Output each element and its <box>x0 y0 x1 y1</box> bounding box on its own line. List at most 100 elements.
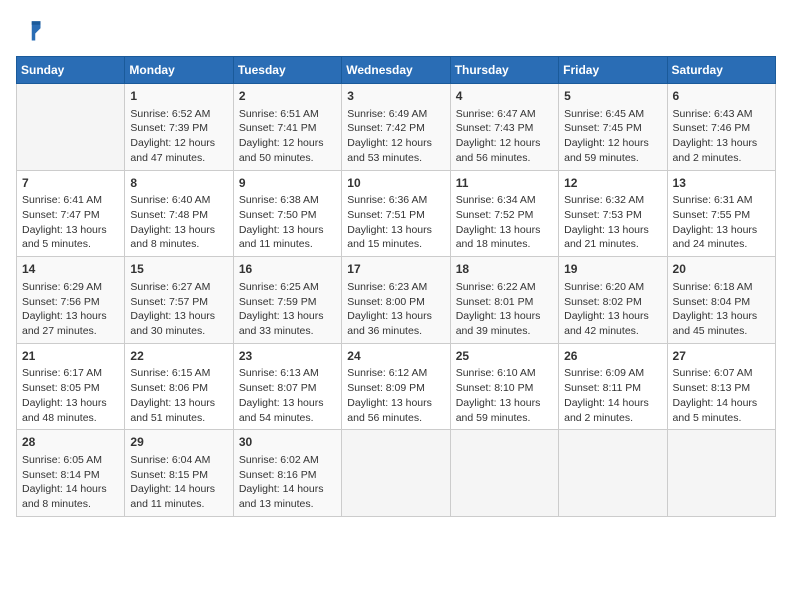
day-info: Sunrise: 6:43 AMSunset: 7:46 PMDaylight:… <box>673 107 770 166</box>
week-row-2: 7Sunrise: 6:41 AMSunset: 7:47 PMDaylight… <box>17 170 776 257</box>
week-row-1: 1 Sunrise: 6:52 AMSunset: 7:39 PMDaylight… <box>17 84 776 171</box>
calendar-cell: 27Sunrise: 6:07 AMSunset: 8:13 PMDayligh… <box>667 343 775 430</box>
day-number: 14 <box>22 261 119 278</box>
day-number: 20 <box>673 261 770 278</box>
day-number: 13 <box>673 175 770 192</box>
weekday-header-friday: Friday <box>559 57 667 84</box>
day-info: Sunrise: 6:45 AMSunset: 7:45 PMDaylight:… <box>564 107 661 166</box>
calendar-cell: 17Sunrise: 6:23 AMSunset: 8:00 PMDayligh… <box>342 257 450 344</box>
day-info: Sunrise: 6:22 AMSunset: 8:01 PMDaylight:… <box>456 280 553 339</box>
logo-icon <box>16 16 44 44</box>
day-info: Sunrise: 6:40 AMSunset: 7:48 PMDaylight:… <box>130 193 227 252</box>
calendar-cell: 4 Sunrise: 6:47 AMSunset: 7:43 PMDaylight… <box>450 84 558 171</box>
day-number: 23 <box>239 348 336 365</box>
calendar-cell: 26Sunrise: 6:09 AMSunset: 8:11 PMDayligh… <box>559 343 667 430</box>
day-number: 22 <box>130 348 227 365</box>
calendar-cell: 16Sunrise: 6:25 AMSunset: 7:59 PMDayligh… <box>233 257 341 344</box>
day-number: 5 <box>564 88 661 105</box>
calendar-cell: 5 Sunrise: 6:45 AMSunset: 7:45 PMDaylight… <box>559 84 667 171</box>
day-info: Sunrise: 6:52 AMSunset: 7:39 PMDaylight:… <box>130 107 227 166</box>
day-number: 11 <box>456 175 553 192</box>
calendar-cell: 22Sunrise: 6:15 AMSunset: 8:06 PMDayligh… <box>125 343 233 430</box>
day-number: 6 <box>673 88 770 105</box>
day-info: Sunrise: 6:15 AMSunset: 8:06 PMDaylight:… <box>130 366 227 425</box>
calendar-cell: 13Sunrise: 6:31 AMSunset: 7:55 PMDayligh… <box>667 170 775 257</box>
day-info: Sunrise: 6:13 AMSunset: 8:07 PMDaylight:… <box>239 366 336 425</box>
calendar-cell: 24Sunrise: 6:12 AMSunset: 8:09 PMDayligh… <box>342 343 450 430</box>
day-info: Sunrise: 6:49 AMSunset: 7:42 PMDaylight:… <box>347 107 444 166</box>
day-number: 4 <box>456 88 553 105</box>
day-info: Sunrise: 6:29 AMSunset: 7:56 PMDaylight:… <box>22 280 119 339</box>
day-info: Sunrise: 6:20 AMSunset: 8:02 PMDaylight:… <box>564 280 661 339</box>
day-number: 10 <box>347 175 444 192</box>
calendar-cell: 30 Sunrise: 6:02 AMSunset: 8:16 PMDayligh… <box>233 430 341 517</box>
calendar-cell <box>667 430 775 517</box>
day-number: 8 <box>130 175 227 192</box>
calendar-cell: 8Sunrise: 6:40 AMSunset: 7:48 PMDaylight… <box>125 170 233 257</box>
day-info: Sunrise: 6:02 AMSunset: 8:16 PMDaylight:… <box>239 453 336 512</box>
day-info: Sunrise: 6:31 AMSunset: 7:55 PMDaylight:… <box>673 193 770 252</box>
day-number: 2 <box>239 88 336 105</box>
day-number: 18 <box>456 261 553 278</box>
calendar-cell: 2 Sunrise: 6:51 AMSunset: 7:41 PMDaylight… <box>233 84 341 171</box>
weekday-header-tuesday: Tuesday <box>233 57 341 84</box>
day-number: 7 <box>22 175 119 192</box>
day-number: 16 <box>239 261 336 278</box>
day-number: 9 <box>239 175 336 192</box>
calendar-cell: 28 Sunrise: 6:05 AMSunset: 8:14 PMDayligh… <box>17 430 125 517</box>
calendar-cell: 11Sunrise: 6:34 AMSunset: 7:52 PMDayligh… <box>450 170 558 257</box>
weekday-header-sunday: Sunday <box>17 57 125 84</box>
day-number: 1 <box>130 88 227 105</box>
day-info: Sunrise: 6:38 AMSunset: 7:50 PMDaylight:… <box>239 193 336 252</box>
day-info: Sunrise: 6:47 AMSunset: 7:43 PMDaylight:… <box>456 107 553 166</box>
day-info: Sunrise: 6:18 AMSunset: 8:04 PMDaylight:… <box>673 280 770 339</box>
day-info: Sunrise: 6:10 AMSunset: 8:10 PMDaylight:… <box>456 366 553 425</box>
calendar-cell <box>559 430 667 517</box>
logo <box>16 16 48 44</box>
weekday-header-thursday: Thursday <box>450 57 558 84</box>
day-number: 15 <box>130 261 227 278</box>
calendar-cell: 29Sunrise: 6:04 AMSunset: 8:15 PMDayligh… <box>125 430 233 517</box>
calendar-cell: 18 Sunrise: 6:22 AMSunset: 8:01 PMDayligh… <box>450 257 558 344</box>
calendar-cell <box>17 84 125 171</box>
calendar-cell: 25Sunrise: 6:10 AMSunset: 8:10 PMDayligh… <box>450 343 558 430</box>
calendar-cell <box>450 430 558 517</box>
weekday-header-saturday: Saturday <box>667 57 775 84</box>
day-number: 26 <box>564 348 661 365</box>
day-info: Sunrise: 6:41 AMSunset: 7:47 PMDaylight:… <box>22 193 119 252</box>
calendar-cell: 9Sunrise: 6:38 AMSunset: 7:50 PMDaylight… <box>233 170 341 257</box>
day-number: 3 <box>347 88 444 105</box>
day-info: Sunrise: 6:32 AMSunset: 7:53 PMDaylight:… <box>564 193 661 252</box>
day-info: Sunrise: 6:23 AMSunset: 8:00 PMDaylight:… <box>347 280 444 339</box>
calendar-cell <box>342 430 450 517</box>
day-number: 24 <box>347 348 444 365</box>
calendar-cell: 1 Sunrise: 6:52 AMSunset: 7:39 PMDaylight… <box>125 84 233 171</box>
day-number: 29 <box>130 434 227 451</box>
day-info: Sunrise: 6:17 AMSunset: 8:05 PMDaylight:… <box>22 366 119 425</box>
calendar-cell: 12Sunrise: 6:32 AMSunset: 7:53 PMDayligh… <box>559 170 667 257</box>
day-info: Sunrise: 6:36 AMSunset: 7:51 PMDaylight:… <box>347 193 444 252</box>
calendar-cell: 6 Sunrise: 6:43 AMSunset: 7:46 PMDaylight… <box>667 84 775 171</box>
calendar-cell: 10Sunrise: 6:36 AMSunset: 7:51 PMDayligh… <box>342 170 450 257</box>
day-info: Sunrise: 6:05 AMSunset: 8:14 PMDaylight:… <box>22 453 119 512</box>
calendar-cell: 19 Sunrise: 6:20 AMSunset: 8:02 PMDayligh… <box>559 257 667 344</box>
day-info: Sunrise: 6:27 AMSunset: 7:57 PMDaylight:… <box>130 280 227 339</box>
day-info: Sunrise: 6:09 AMSunset: 8:11 PMDaylight:… <box>564 366 661 425</box>
calendar-cell: 23Sunrise: 6:13 AMSunset: 8:07 PMDayligh… <box>233 343 341 430</box>
day-number: 27 <box>673 348 770 365</box>
day-number: 28 <box>22 434 119 451</box>
day-number: 19 <box>564 261 661 278</box>
day-info: Sunrise: 6:51 AMSunset: 7:41 PMDaylight:… <box>239 107 336 166</box>
weekday-header-row: SundayMondayTuesdayWednesdayThursdayFrid… <box>17 57 776 84</box>
calendar-cell: 21Sunrise: 6:17 AMSunset: 8:05 PMDayligh… <box>17 343 125 430</box>
day-number: 25 <box>456 348 553 365</box>
weekday-header-wednesday: Wednesday <box>342 57 450 84</box>
calendar-cell: 20 Sunrise: 6:18 AMSunset: 8:04 PMDayligh… <box>667 257 775 344</box>
week-row-5: 28 Sunrise: 6:05 AMSunset: 8:14 PMDayligh… <box>17 430 776 517</box>
calendar-cell: 14 Sunrise: 6:29 AMSunset: 7:56 PMDayligh… <box>17 257 125 344</box>
day-number: 12 <box>564 175 661 192</box>
day-info: Sunrise: 6:34 AMSunset: 7:52 PMDaylight:… <box>456 193 553 252</box>
day-number: 30 <box>239 434 336 451</box>
calendar-cell: 15 Sunrise: 6:27 AMSunset: 7:57 PMDayligh… <box>125 257 233 344</box>
day-info: Sunrise: 6:12 AMSunset: 8:09 PMDaylight:… <box>347 366 444 425</box>
